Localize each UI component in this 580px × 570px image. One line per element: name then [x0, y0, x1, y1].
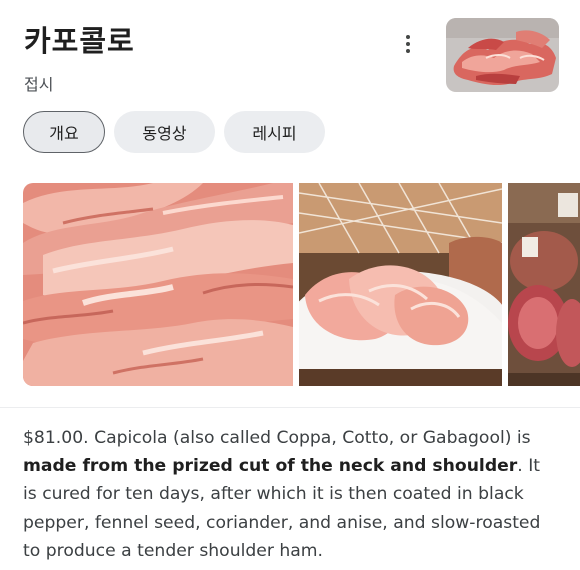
description-highlight: made from the prized cut of the neck and… [23, 456, 518, 477]
divider [0, 407, 580, 408]
more-vert-icon[interactable] [396, 30, 420, 58]
tab-recipes[interactable]: 레시피 [224, 111, 325, 153]
gallery-image-1[interactable] [23, 183, 293, 386]
header-thumbnail-image[interactable] [446, 18, 559, 92]
gallery-image-3[interactable] [508, 183, 580, 386]
tab-videos[interactable]: 동영상 [114, 111, 215, 153]
image-gallery [23, 183, 580, 386]
tab-bar: 개요 동영상 레시피 [23, 111, 325, 153]
gallery-image-2[interactable] [299, 183, 502, 386]
dot [406, 35, 410, 39]
page-title: 카포콜로 [24, 24, 135, 58]
dot [406, 49, 410, 53]
page-subtitle: 접시 [24, 75, 54, 94]
description-lead: $81.00. Capicola (also called Coppa, Cot… [23, 428, 531, 448]
description-text: $81.00. Capicola (also called Coppa, Cot… [23, 424, 553, 565]
dot [406, 42, 410, 46]
tab-overview[interactable]: 개요 [23, 111, 105, 153]
